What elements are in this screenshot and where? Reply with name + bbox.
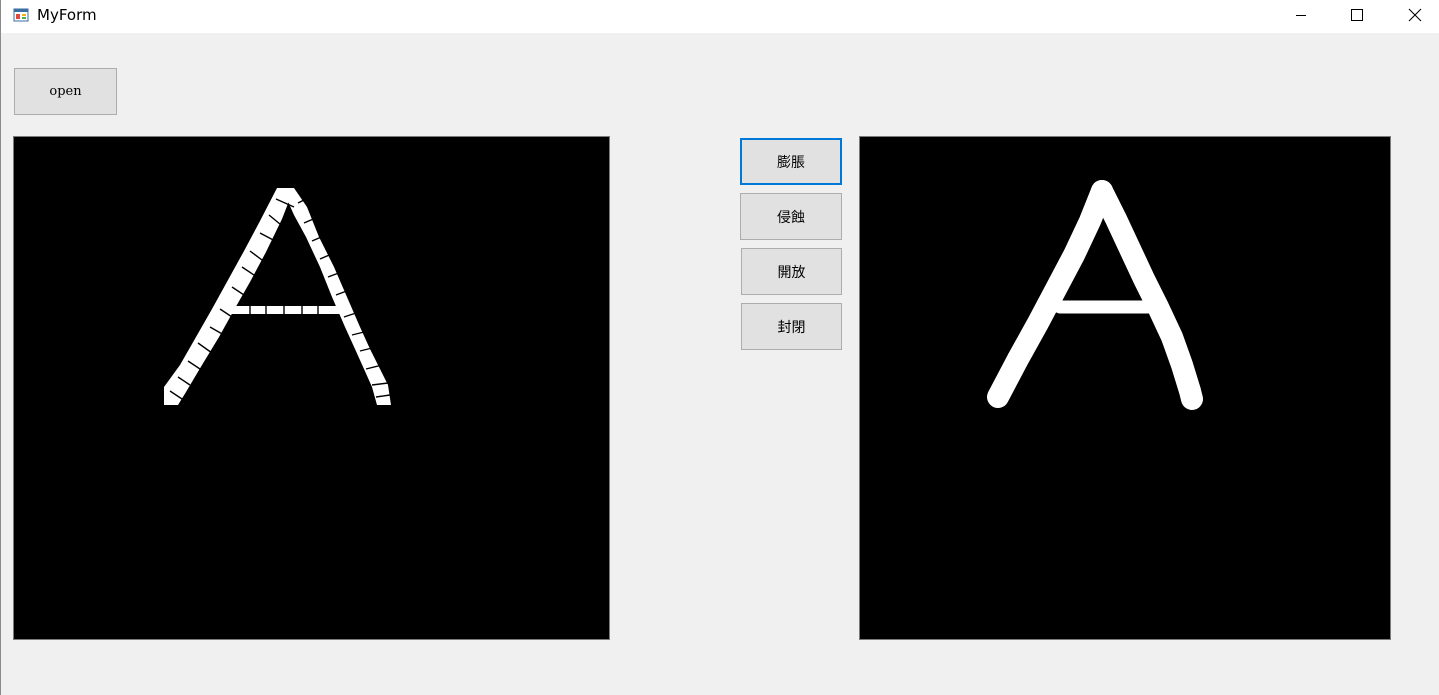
dilate-button[interactable]: 膨脹 [740,138,842,185]
close-icon [1408,8,1422,22]
window-title: MyForm [37,6,97,24]
maximize-icon [1351,9,1363,21]
source-picture-box [13,136,610,640]
minimize-icon [1296,15,1306,16]
open-button[interactable]: open [14,68,117,115]
close-button[interactable] [1392,0,1438,30]
opening-button[interactable]: 開放 [741,248,842,295]
closing-button[interactable]: 封閉 [741,303,842,350]
letter-a-binary-image [164,188,391,405]
form-window: MyForm open 膨脹 侵蝕 開放 封閉 [0,0,1439,695]
erode-button[interactable]: 侵蝕 [740,193,842,240]
title-bar[interactable]: MyForm [1,0,1439,33]
windows-form-icon[interactable] [13,7,29,23]
maximize-button[interactable] [1334,0,1380,30]
letter-a-dilated-image [987,180,1203,410]
minimize-button[interactable] [1278,0,1324,30]
result-picture-box [859,136,1391,640]
